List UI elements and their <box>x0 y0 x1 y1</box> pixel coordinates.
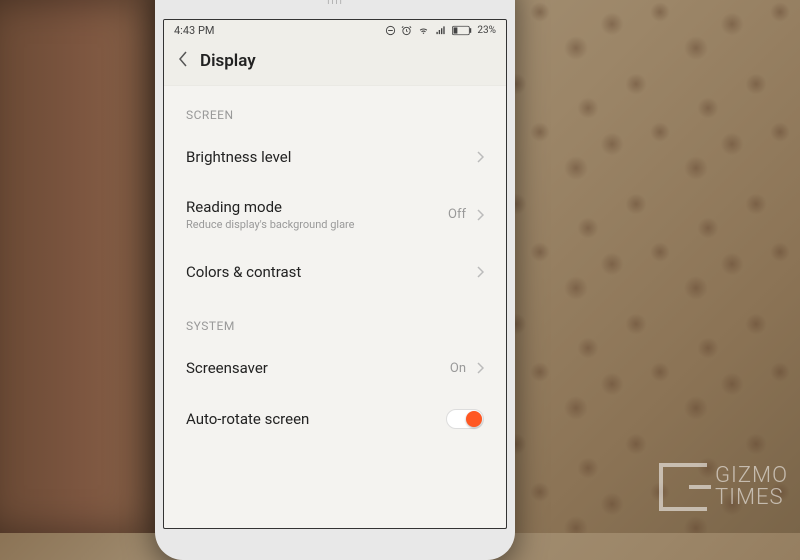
battery-percent: 23% <box>477 25 496 36</box>
setting-title: Screensaver <box>186 359 450 377</box>
cushion-left <box>0 0 165 533</box>
setting-subtitle: Reduce display's background glare <box>186 218 448 231</box>
dnd-icon <box>385 25 396 36</box>
toggle-knob <box>466 411 482 427</box>
setting-reading-mode[interactable]: Reading mode Reduce display's background… <box>164 182 506 247</box>
setting-title: Auto-rotate screen <box>186 410 446 428</box>
signal-icon <box>435 25 447 36</box>
wifi-icon <box>417 25 430 36</box>
setting-title: Reading mode <box>186 198 448 216</box>
auto-rotate-toggle[interactable] <box>446 409 484 429</box>
chevron-right-icon <box>476 151 484 163</box>
mi-logo: ılıl <box>327 0 344 8</box>
chevron-right-icon <box>476 362 484 374</box>
phone-bezel-top: ılıl <box>159 0 511 19</box>
status-icons: 23% <box>385 25 496 36</box>
setting-title: Brightness level <box>186 148 476 166</box>
setting-colors-contrast[interactable]: Colors & contrast <box>164 247 506 297</box>
status-bar: 4:43 PM 23% <box>164 20 506 41</box>
alarm-icon <box>401 25 412 36</box>
status-time: 4:43 PM <box>174 24 214 37</box>
battery-icon <box>452 25 472 36</box>
section-label-system: SYSTEM <box>164 297 506 343</box>
setting-brightness[interactable]: Brightness level <box>164 132 506 182</box>
setting-screensaver[interactable]: Screensaver On <box>164 343 506 393</box>
setting-value: Off <box>448 207 466 222</box>
section-label-screen: SCREEN <box>164 86 506 132</box>
setting-auto-rotate: Auto-rotate screen <box>164 393 506 445</box>
phone-device: ılıl 4:43 PM 23% <box>155 0 515 560</box>
chevron-right-icon <box>476 209 484 221</box>
page-title: Display <box>200 51 256 71</box>
chevron-right-icon <box>476 266 484 278</box>
back-icon[interactable] <box>178 51 188 71</box>
setting-value: On <box>450 361 466 376</box>
page-header: Display <box>164 41 506 86</box>
setting-title: Colors & contrast <box>186 263 476 281</box>
watermark-text: GIZMO TIMES <box>715 465 788 509</box>
watermark-logo-icon <box>659 463 707 511</box>
watermark: GIZMO TIMES <box>659 463 788 511</box>
phone-screen: 4:43 PM 23% <box>163 19 507 529</box>
